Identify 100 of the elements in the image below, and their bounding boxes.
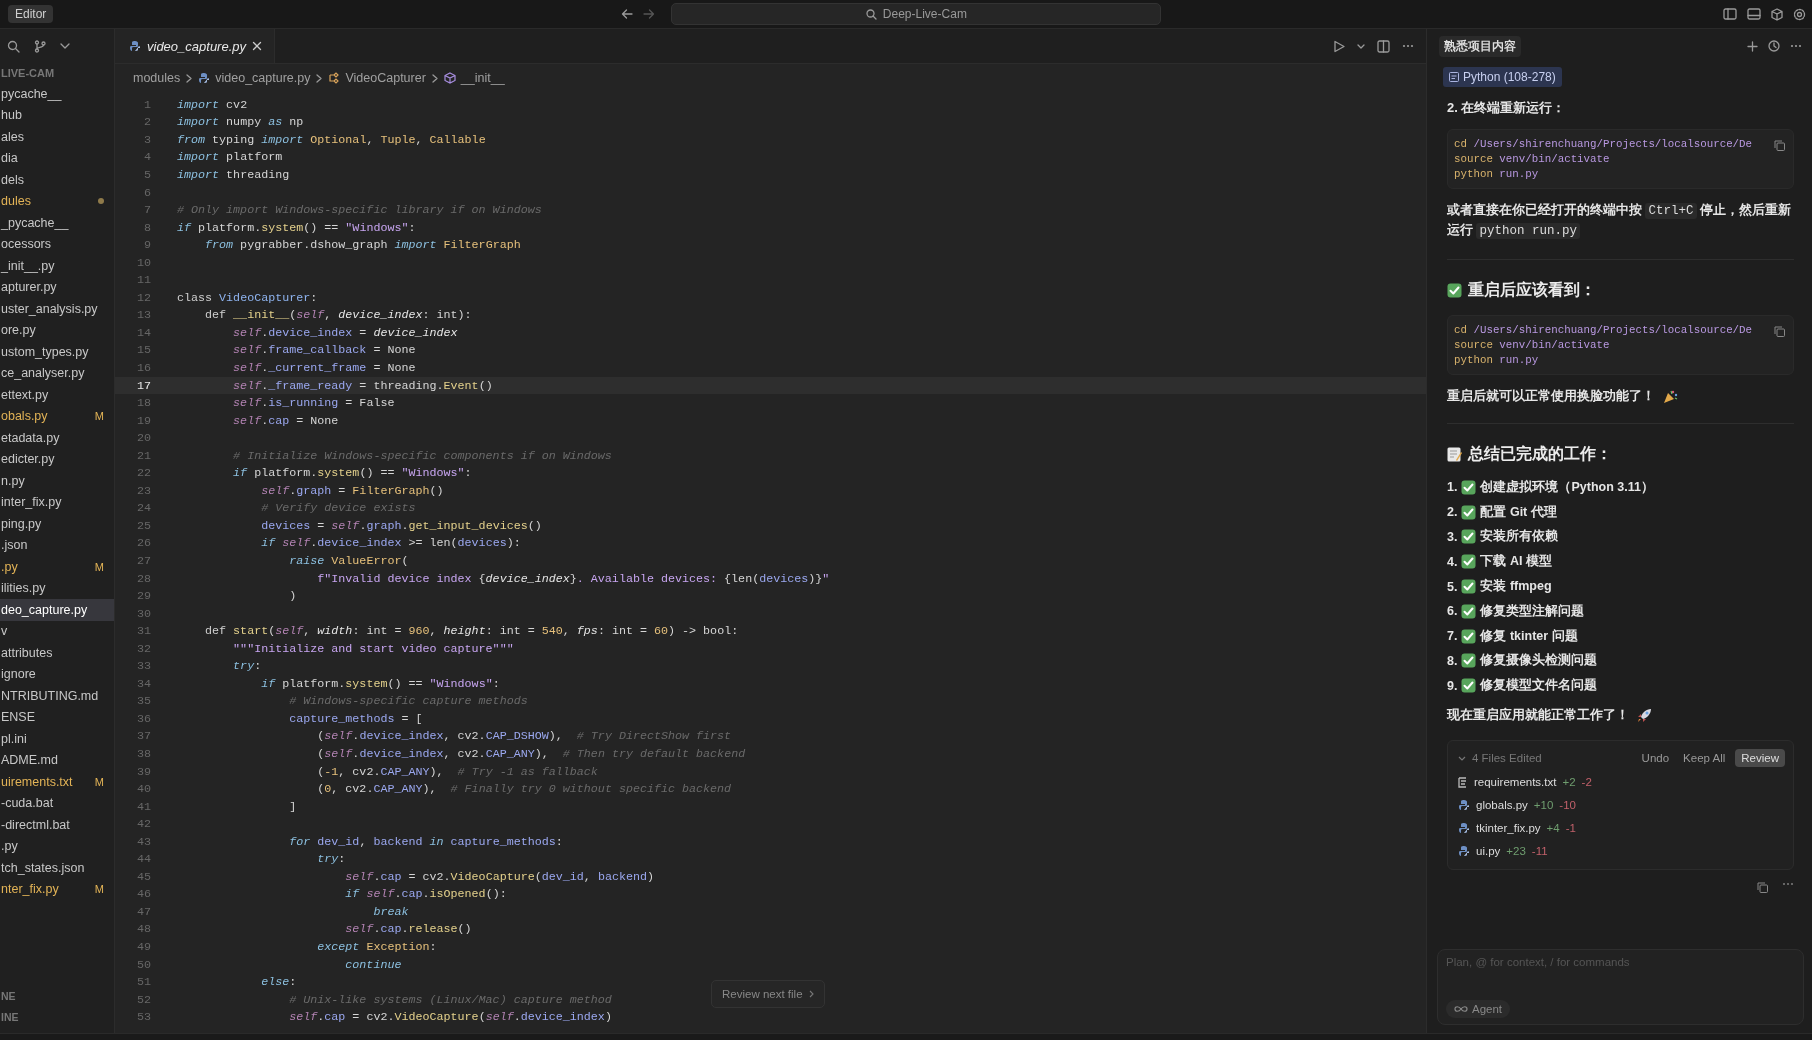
list-number: 6. [1447,604,1458,619]
file-item[interactable]: uster_analysis.py [0,298,114,320]
file-item[interactable]: tch_states.json [0,857,114,879]
file-item[interactable]: .py M [0,556,114,578]
step-text: 2. 在终端重新运行： [1447,99,1566,117]
agent-mode-selector[interactable]: Agent [1446,1000,1511,1018]
file-item[interactable]: deo_capture.py [0,599,114,621]
code-line: else: [260,975,297,990]
code-line: self.cap.release() [344,922,472,937]
file-item[interactable]: ales [0,126,114,148]
line-number: 52 [135,992,151,1007]
check-icon [1461,479,1477,495]
list-item-text: 修复 tkinter 问题 [1480,627,1578,645]
file-item[interactable]: v [0,620,114,642]
search-field[interactable]: Deep-Live-Cam [671,3,1162,25]
file-name[interactable]: tkinter_fix.py [1476,822,1541,835]
file-item[interactable]: uirements.txt M [0,771,114,793]
file-item[interactable]: ignore [0,663,114,685]
file-item[interactable]: -directml.bat [0,814,114,836]
close-icon[interactable] [252,41,262,51]
file-item[interactable]: ustom_types.py [0,341,114,363]
more-icon[interactable] [1790,44,1802,48]
search-icon[interactable] [7,39,20,53]
file-item[interactable]: nter_fix.py M [0,878,114,900]
file-item[interactable]: pl.ini [0,728,114,750]
breadcrumb-item[interactable]: VideoCapturer [328,71,426,85]
code-line: from typing import Optional, Tuple, Callable [177,132,486,147]
code-line: f"Invalid device index {device_index}. Available devices: {len(devices)}" [316,571,830,586]
file-item[interactable]: ENSE [0,706,114,728]
line-number: 1 [143,97,151,112]
copy-icon[interactable] [1774,140,1785,151]
file-item[interactable]: attributes [0,642,114,664]
action-button[interactable]: Keep All [1679,749,1730,768]
plus-icon[interactable] [1747,40,1758,52]
file-item[interactable]: ettext.py [0,384,114,406]
file-item[interactable]: ADME.md [0,749,114,771]
line-number: 20 [135,431,151,446]
file-item[interactable]: obals.py M [0,405,114,427]
chevron-down-icon[interactable] [60,43,70,49]
file-item[interactable]: ping.py [0,513,114,535]
chevron-down-icon[interactable] [1458,755,1466,761]
file-item[interactable]: -cuda.bat [0,792,114,814]
chevron-down-icon[interactable] [1357,43,1365,49]
file-item[interactable]: apturer.py [0,276,114,298]
code-line: ) [288,589,297,604]
split-editor-icon[interactable] [1377,39,1390,53]
file-item[interactable]: pycache__ [0,83,114,105]
section-header[interactable]: NE [0,985,114,1006]
file-item[interactable]: ilities.py [0,577,114,599]
file-item[interactable]: ore.py [0,319,114,341]
file-item[interactable]: inter_fix.py [0,491,114,513]
back-arrow-icon[interactable] [621,8,634,20]
editor-tab[interactable]: video_capture.py [115,29,275,63]
file-item[interactable]: ocessors [0,233,114,255]
breadcrumb-item[interactable]: modules [133,71,181,85]
line-number: 27 [135,554,151,568]
chat-tab[interactable]: 熟悉项目内容 [1439,35,1521,57]
file-item[interactable]: dules [0,190,114,212]
check-icon [1461,554,1477,570]
file-item[interactable]: .json [0,534,114,556]
code-line: self.frame_callback = None [232,343,416,358]
file-item[interactable]: .py [0,835,114,857]
copy-icon[interactable] [1757,882,1768,894]
more-icon[interactable] [1402,44,1414,48]
more-icon[interactable] [1782,882,1794,887]
play-icon[interactable] [1333,39,1345,53]
breadcrumb-item[interactable]: __init__ [443,71,505,85]
file-item[interactable]: dia [0,147,114,169]
context-chip[interactable]: Python (108-278) [1443,67,1562,87]
file-item[interactable]: ce_analyser.py [0,362,114,384]
history-clock-icon[interactable] [1768,40,1780,52]
file-item[interactable]: dels [0,169,114,191]
review-next-file-button[interactable]: Review next file [711,980,825,1008]
file-item[interactable]: n.py [0,470,114,492]
branch-icon[interactable] [34,39,46,53]
file-item[interactable]: edicter.py [0,448,114,470]
file-name[interactable]: requirements.txt [1474,776,1557,789]
file-name[interactable]: ui.py [1476,845,1501,858]
file-item[interactable]: NTRIBUTING.md [0,685,114,707]
section-header[interactable]: INE [0,1006,114,1027]
review-button[interactable]: Review [1735,749,1785,768]
settings-icon[interactable] [1793,7,1806,21]
breadcrumb-item[interactable]: video_capture.py [198,71,311,85]
code-line: # Initialize Windows-specific components if on Windows [232,448,612,463]
line-number: 45 [135,869,151,884]
sidebar-toggle-icon[interactable] [1723,8,1737,20]
lines-added: +10 [1533,799,1554,812]
copy-icon[interactable] [1774,326,1785,337]
panel-toggle-icon[interactable] [1747,8,1761,20]
line-number: 33 [135,659,151,674]
file-name[interactable]: globals.py [1476,799,1528,812]
message-paragraph: 或者直接在你已经打开的终端中按 Ctrl+C 停止，然后重新运行 python run.py [1447,202,1792,241]
line-number: 7 [143,203,151,218]
file-item[interactable]: _init__.py [0,255,114,277]
file-item[interactable]: etadata.py [0,427,114,449]
file-item[interactable]: _pycache__ [0,212,114,234]
cube-icon[interactable] [1771,7,1783,21]
action-button[interactable]: Undo [1637,749,1674,768]
code-line: self._frame_ready = threading.Event() [232,378,493,393]
file-item[interactable]: hub [0,104,114,126]
